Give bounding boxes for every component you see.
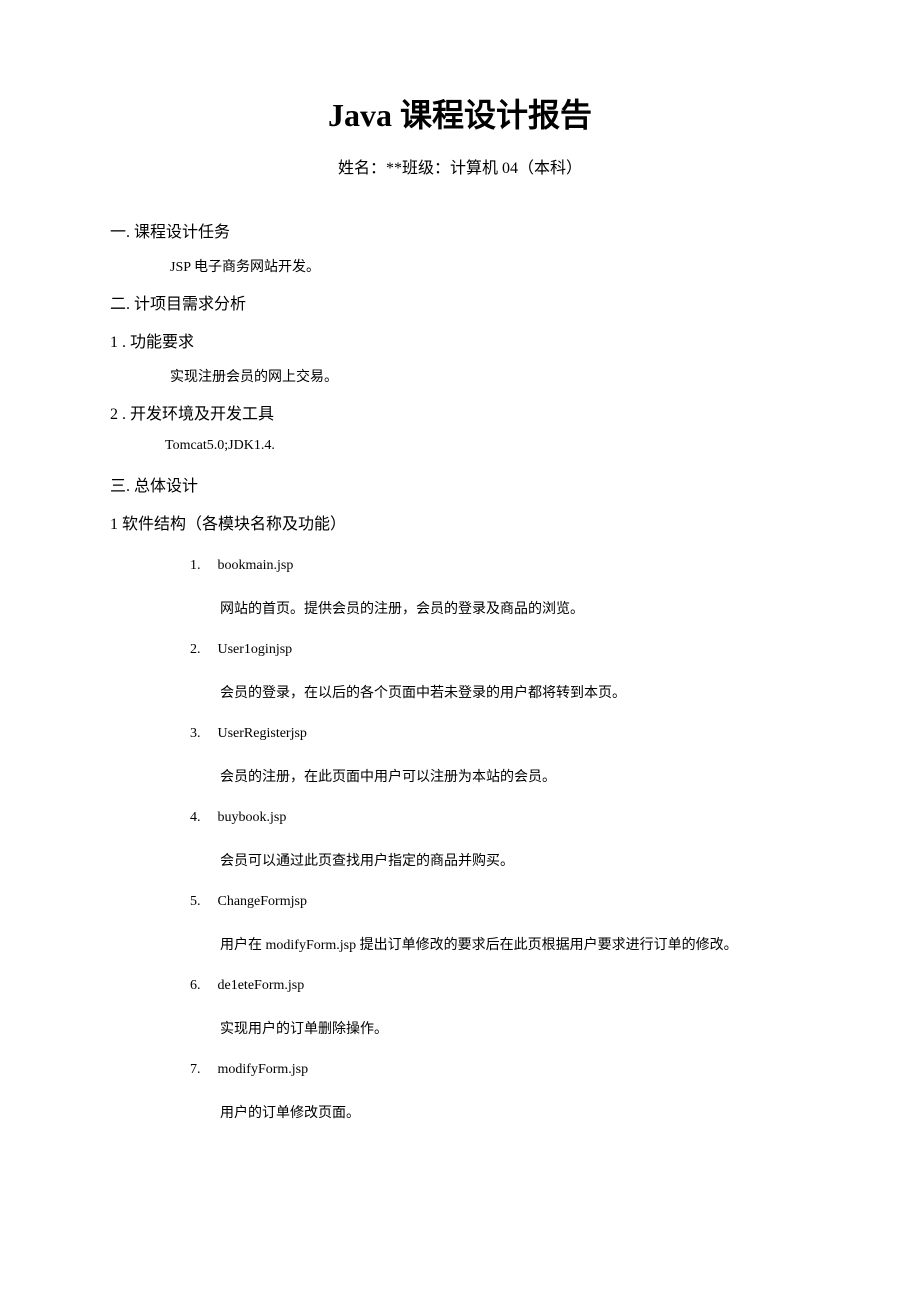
module-num: 3. [190,726,214,742]
module-item-2: 2. User1oginjsp [110,642,810,658]
module-desc-4: 会员可以通过此页查找用户指定的商品并购买。 [110,850,810,870]
module-item-1: 1. bookmain.jsp [110,558,810,574]
module-num: 5. [190,894,214,910]
document-subtitle: 姓名：**班级：计算机 04（本科） [110,154,810,178]
module-desc-3: 会员的注册，在此页面中用户可以注册为本站的会员。 [110,766,810,786]
section-2-sub1-heading: 1 . 功能要求 [110,328,810,352]
section-2-sub2-content: Tomcat5.0;JDK1.4. [110,438,810,454]
module-desc-1: 网站的首页。提供会员的注册，会员的登录及商品的浏览。 [110,598,810,618]
module-num: 2. [190,642,214,658]
module-name: de1eteForm.jsp [218,978,305,993]
module-num: 1. [190,558,214,574]
section-3-heading: 三. 总体设计 [110,472,810,496]
document-title: Java 课程设计报告 [110,90,810,136]
module-desc-2: 会员的登录，在以后的各个页面中若未登录的用户都将转到本页。 [110,682,810,702]
module-item-3: 3. UserRegisterjsp [110,726,810,742]
module-desc-6: 实现用户的订单删除操作。 [110,1018,810,1038]
section-1-heading: 一. 课程设计任务 [110,218,810,242]
section-2-sub1-content: 实现注册会员的网上交易。 [110,366,810,386]
section-2-sub2-heading: 2 . 开发环境及开发工具 [110,400,810,424]
module-item-4: 4. buybook.jsp [110,810,810,826]
module-desc-7: 用户的订单修改页面。 [110,1102,810,1122]
module-name: ChangeFormjsp [218,894,307,909]
module-name: bookmain.jsp [218,558,294,573]
section-3-sub1-heading: 1 软件结构（各模块名称及功能） [110,510,810,534]
module-name: buybook.jsp [218,810,287,825]
module-name: User1oginjsp [218,642,293,657]
module-name: UserRegisterjsp [218,726,307,741]
module-num: 6. [190,978,214,994]
module-num: 7. [190,1062,214,1078]
module-item-7: 7. modifyForm.jsp [110,1062,810,1078]
module-item-6: 6. de1eteForm.jsp [110,978,810,994]
module-item-5: 5. ChangeFormjsp [110,894,810,910]
module-name: modifyForm.jsp [218,1062,309,1077]
module-num: 4. [190,810,214,826]
section-1-content: JSP 电子商务网站开发。 [110,256,810,276]
section-2-heading: 二. 计项目需求分析 [110,290,810,314]
module-desc-5: 用户在 modifyForm.jsp 提出订单修改的要求后在此页根据用户要求进行… [110,934,810,954]
